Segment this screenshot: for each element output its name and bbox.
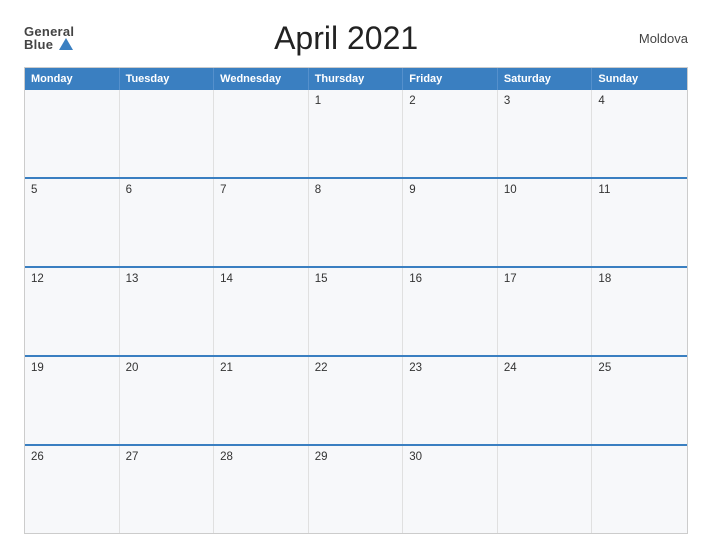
calendar-cell: 2 bbox=[403, 90, 498, 177]
logo-blue-text: Blue bbox=[24, 38, 73, 52]
calendar-cell: 8 bbox=[309, 179, 404, 266]
weekday-header: Wednesday bbox=[214, 68, 309, 90]
page: General Blue April 2021 Moldova MondayTu… bbox=[0, 0, 712, 550]
day-number: 7 bbox=[220, 184, 226, 196]
calendar-cell: 18 bbox=[592, 268, 687, 355]
day-number: 26 bbox=[31, 451, 44, 463]
weekday-header: Sunday bbox=[592, 68, 687, 90]
calendar-cell: 27 bbox=[120, 446, 215, 533]
day-number: 10 bbox=[504, 184, 517, 196]
calendar-body: 1234567891011121314151617181920212223242… bbox=[25, 90, 687, 533]
calendar-cell: 19 bbox=[25, 357, 120, 444]
calendar-cell: 25 bbox=[592, 357, 687, 444]
day-number: 5 bbox=[31, 184, 37, 196]
calendar-cell: 30 bbox=[403, 446, 498, 533]
day-number: 16 bbox=[409, 273, 422, 285]
calendar-cell: 12 bbox=[25, 268, 120, 355]
calendar-cell bbox=[592, 446, 687, 533]
day-number: 2 bbox=[409, 95, 415, 107]
calendar-cell: 6 bbox=[120, 179, 215, 266]
calendar-cell: 14 bbox=[214, 268, 309, 355]
calendar-cell bbox=[25, 90, 120, 177]
day-number: 15 bbox=[315, 273, 328, 285]
calendar-week: 26 27 28 29 30 bbox=[25, 444, 687, 533]
day-number: 6 bbox=[126, 184, 132, 196]
calendar-cell: 11 bbox=[592, 179, 687, 266]
calendar-cell: 5 bbox=[25, 179, 120, 266]
weekday-header: Saturday bbox=[498, 68, 593, 90]
day-number: 23 bbox=[409, 362, 422, 374]
calendar-cell: 10 bbox=[498, 179, 593, 266]
calendar-title: April 2021 bbox=[74, 20, 618, 57]
calendar-cell: 17 bbox=[498, 268, 593, 355]
logo-text: General Blue bbox=[24, 25, 74, 52]
calendar-header: MondayTuesdayWednesdayThursdayFridaySatu… bbox=[25, 68, 687, 90]
calendar-week: 5 6 7 8 9 10 11 bbox=[25, 177, 687, 266]
calendar-week: 1 2 3 4 bbox=[25, 90, 687, 177]
calendar-cell: 4 bbox=[592, 90, 687, 177]
calendar-cell: 16 bbox=[403, 268, 498, 355]
calendar-cell: 22 bbox=[309, 357, 404, 444]
calendar-cell: 15 bbox=[309, 268, 404, 355]
day-number: 28 bbox=[220, 451, 233, 463]
logo: General Blue bbox=[24, 25, 74, 52]
day-number: 30 bbox=[409, 451, 422, 463]
calendar-cell: 1 bbox=[309, 90, 404, 177]
weekday-header: Thursday bbox=[309, 68, 404, 90]
calendar-cell: 29 bbox=[309, 446, 404, 533]
day-number: 21 bbox=[220, 362, 233, 374]
calendar-cell: 23 bbox=[403, 357, 498, 444]
day-number: 12 bbox=[31, 273, 44, 285]
day-number: 27 bbox=[126, 451, 139, 463]
calendar-cell: 21 bbox=[214, 357, 309, 444]
day-number: 18 bbox=[598, 273, 611, 285]
day-number: 8 bbox=[315, 184, 321, 196]
day-number: 14 bbox=[220, 273, 233, 285]
calendar-cell: 13 bbox=[120, 268, 215, 355]
day-number: 24 bbox=[504, 362, 517, 374]
day-number: 22 bbox=[315, 362, 328, 374]
calendar-cell: 9 bbox=[403, 179, 498, 266]
day-number: 20 bbox=[126, 362, 139, 374]
day-number: 29 bbox=[315, 451, 328, 463]
day-number: 19 bbox=[31, 362, 44, 374]
calendar-cell: 24 bbox=[498, 357, 593, 444]
day-number: 9 bbox=[409, 184, 415, 196]
weekday-header: Monday bbox=[25, 68, 120, 90]
calendar-cell: 3 bbox=[498, 90, 593, 177]
day-number: 4 bbox=[598, 95, 604, 107]
day-number: 17 bbox=[504, 273, 517, 285]
header: General Blue April 2021 Moldova bbox=[24, 20, 688, 57]
day-number: 25 bbox=[598, 362, 611, 374]
calendar-week: 19 20 21 22 23 24 25 bbox=[25, 355, 687, 444]
day-number: 13 bbox=[126, 273, 139, 285]
calendar-cell: 20 bbox=[120, 357, 215, 444]
logo-triangle-icon bbox=[59, 38, 73, 50]
day-number: 1 bbox=[315, 95, 321, 107]
calendar-cell bbox=[498, 446, 593, 533]
calendar-cell: 7 bbox=[214, 179, 309, 266]
calendar-cell bbox=[214, 90, 309, 177]
day-number: 3 bbox=[504, 95, 510, 107]
calendar: MondayTuesdayWednesdayThursdayFridaySatu… bbox=[24, 67, 688, 534]
country-label: Moldova bbox=[618, 31, 688, 46]
calendar-cell bbox=[120, 90, 215, 177]
calendar-cell: 28 bbox=[214, 446, 309, 533]
weekday-header: Friday bbox=[403, 68, 498, 90]
weekday-header: Tuesday bbox=[120, 68, 215, 90]
calendar-week: 12 13 14 15 16 17 18 bbox=[25, 266, 687, 355]
day-number: 11 bbox=[598, 184, 610, 196]
calendar-cell: 26 bbox=[25, 446, 120, 533]
